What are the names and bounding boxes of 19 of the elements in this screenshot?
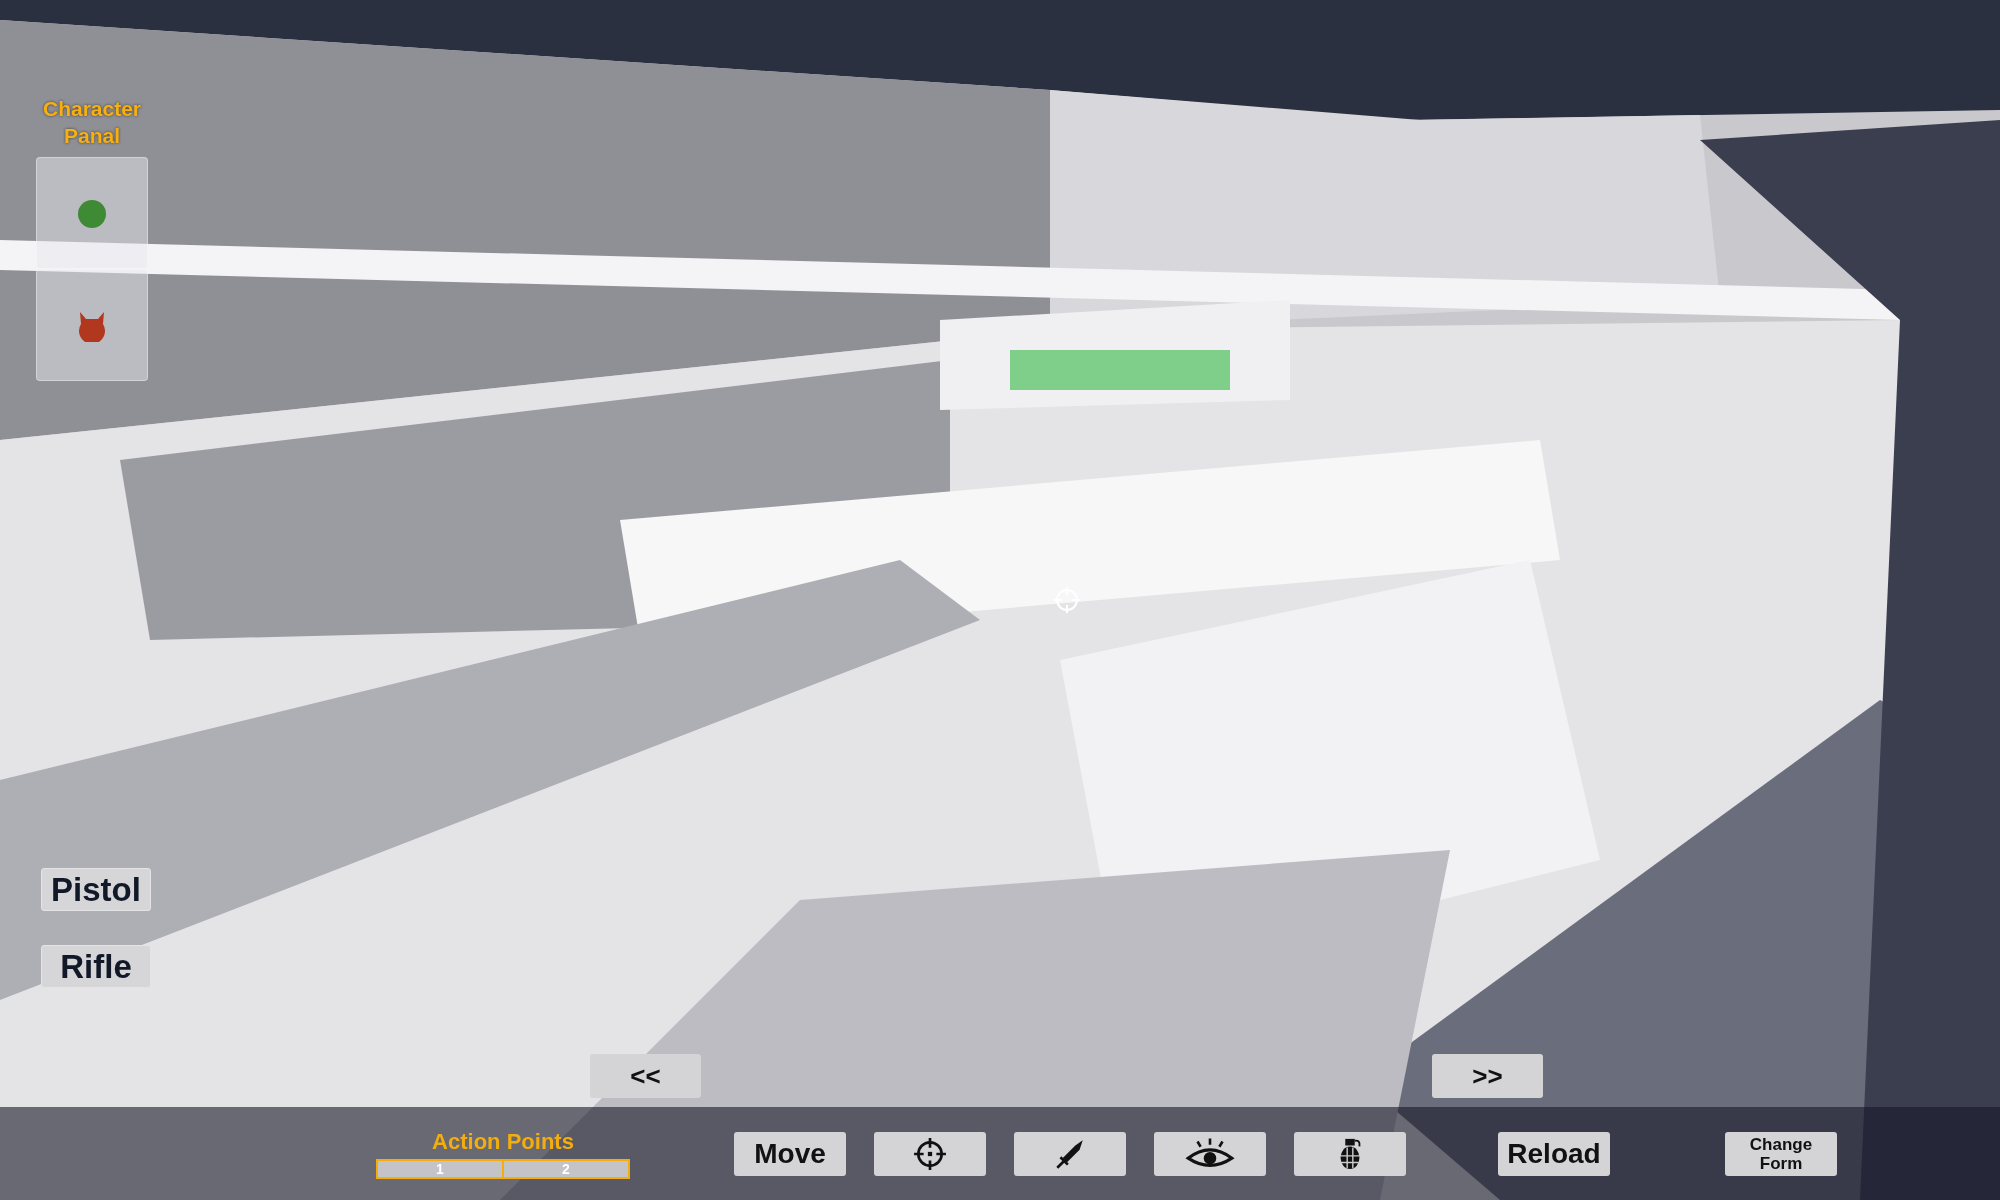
action-button[interactable]: Change Form: [1725, 1131, 1837, 1176]
action-icon-button[interactable]: [1014, 1131, 1126, 1176]
next-button[interactable]: >>: [1432, 1054, 1543, 1098]
previous-button[interactable]: <<: [590, 1054, 701, 1098]
character-slot[interactable]: [36, 269, 148, 381]
action-button[interactable]: Reload: [1498, 1131, 1610, 1176]
crosshair-icon: [1052, 585, 1082, 615]
panel-title: Character Panal: [41, 96, 143, 149]
action-button[interactable]: Move: [734, 1131, 846, 1176]
action-icon-button[interactable]: [1154, 1131, 1266, 1176]
action-point-segment: 2: [502, 1160, 628, 1177]
action-icon-button[interactable]: [1294, 1131, 1406, 1176]
crosshair-icon: [913, 1136, 947, 1171]
action-points-label: Action Points: [432, 1128, 574, 1155]
character-slot[interactable]: [36, 157, 148, 269]
weapon-button[interactable]: Rifle: [41, 945, 151, 988]
weapon-button[interactable]: Pistol: [41, 868, 151, 911]
action-point-segment: 1: [378, 1160, 502, 1177]
action-icon-button[interactable]: [874, 1131, 986, 1176]
